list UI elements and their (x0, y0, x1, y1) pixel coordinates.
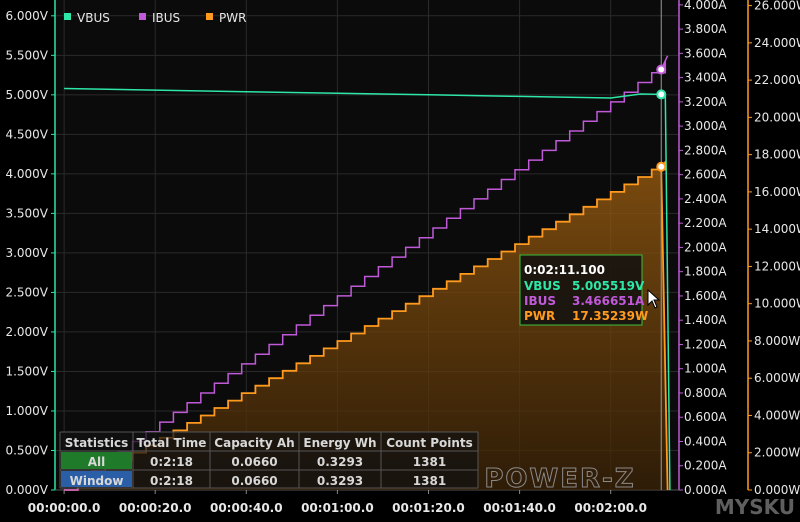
x-tick-label: 00:01:40.0 (483, 501, 556, 515)
voltage-tick-label: 1.000V (5, 404, 48, 418)
voltage-tick-label: 5.500V (5, 48, 48, 62)
power-z-watermark: POWER-Z (484, 464, 635, 494)
x-tick-label: 00:02:00.0 (574, 501, 647, 515)
power-z-chart: 0.000V 0.500V 1.000V 1.500V 2.000V 2.500V 3.00… (0, 0, 800, 522)
current-tick-label: 1.600A (684, 289, 727, 303)
power-tick-label: 10.000W (754, 297, 800, 311)
x-tick-label: 00:01:00.0 (301, 501, 374, 515)
cursor-vbus-value: 5.005519V (572, 279, 645, 293)
stats-header: Capacity Ah (214, 436, 294, 450)
power-tick-label: 12.000W (754, 259, 800, 273)
cursor-pwr-value: 17.35239W (572, 309, 648, 323)
current-tick-label: 3.800A (684, 22, 727, 36)
power-tick-label: 20.000W (754, 110, 800, 124)
current-tick-label: 0.400A (684, 434, 727, 448)
x-tick-label: 00:01:20.0 (392, 501, 465, 515)
power-tick-label: 22.000W (754, 73, 800, 87)
stats-header: Energy Wh (303, 436, 376, 450)
voltage-tick-label: 3.500V (5, 206, 48, 220)
cursor-ibus-label: IBUS (524, 294, 556, 308)
legend-swatch (64, 13, 71, 20)
stats-cell: 0.3293 (317, 455, 363, 469)
x-tick-label: 00:00:40.0 (210, 501, 283, 515)
voltage-tick-label: 0.000V (5, 483, 48, 497)
power-tick-label: 8.000W (754, 334, 800, 348)
power-tick-label: 2.000W (754, 446, 800, 460)
stats-header: Count Points (386, 436, 473, 450)
current-tick-label: 1.400A (684, 313, 727, 327)
power-tick-label: 14.000W (754, 222, 800, 236)
ibus-cursor-point (656, 64, 667, 75)
vbus-cursor-point (656, 89, 667, 100)
x-tick-label: 00:00:20.0 (119, 501, 192, 515)
power-tick-label: 24.000W (754, 36, 800, 50)
mysku-watermark: MYSKU (715, 495, 795, 519)
stats-cell: 0.0660 (231, 455, 277, 469)
cursor-vbus-label: VBUS (524, 279, 561, 293)
voltage-tick-label: 4.500V (5, 127, 48, 141)
stats-row-label: All (88, 455, 106, 469)
x-tick-label: 00:00:00.0 (28, 501, 101, 515)
stats-cell: 0.3293 (317, 474, 363, 488)
current-tick-label: 3.400A (684, 71, 727, 85)
power-tick-label: 18.000W (754, 148, 800, 162)
legend-swatch (139, 13, 146, 20)
voltage-tick-label: 3.000V (5, 246, 48, 260)
voltage-tick-label: 2.500V (5, 285, 48, 299)
voltage-tick-label: 6.000V (5, 9, 48, 23)
stats-cell: 1381 (413, 474, 446, 488)
current-tick-label: 2.400A (684, 192, 727, 206)
power-tick-label: 4.000W (754, 408, 800, 422)
current-tick-label: 0.200A (684, 459, 727, 473)
power-tick-label: 6.000W (754, 371, 800, 385)
current-tick-label: 4.000A (684, 0, 727, 12)
legend-swatch (206, 13, 213, 20)
stats-cell: 1381 (413, 455, 446, 469)
stats-cell: 0.0660 (231, 474, 277, 488)
current-tick-label: 0.600A (684, 410, 727, 424)
legend: VBUS IBUS PWR (64, 11, 246, 25)
voltage-tick-label: 4.000V (5, 167, 48, 181)
pwr-cursor-point (656, 161, 667, 172)
current-tick-label: 0.800A (684, 386, 727, 400)
legend-label: IBUS (152, 11, 180, 25)
voltage-tick-label: 2.000V (5, 325, 48, 339)
current-tick-label: 3.200A (684, 95, 727, 109)
cursor-pwr-label: PWR (524, 309, 555, 323)
current-tick-label: 1.000A (684, 362, 727, 376)
current-tick-label: 2.600A (684, 168, 727, 182)
legend-label: VBUS (77, 11, 110, 25)
current-tick-label: 2.800A (684, 143, 727, 157)
current-tick-label: 3.000A (684, 119, 727, 133)
voltage-tick-label: 1.500V (5, 364, 48, 378)
stats-header: Total Time (137, 436, 207, 450)
current-tick-label: 2.200A (684, 216, 727, 230)
power-tick-label: 16.000W (754, 185, 800, 199)
current-tick-label: 3.600A (684, 46, 727, 60)
voltage-tick-label: 5.000V (5, 88, 48, 102)
cursor-ibus-value: 3.466651A (572, 294, 645, 308)
stats-cell: 0:2:18 (150, 474, 193, 488)
stats-cell: 0:2:18 (150, 455, 193, 469)
current-tick-label: 1.200A (684, 337, 727, 351)
current-tick-label: 2.000A (684, 240, 727, 254)
legend-label: PWR (219, 11, 246, 25)
voltage-tick-label: 0.500V (5, 443, 48, 457)
power-tick-label: 26.000W (754, 0, 800, 13)
stats-header: Statistics (65, 436, 129, 450)
stats-row-label: Window (70, 474, 124, 488)
current-tick-label: 1.800A (684, 265, 727, 279)
statistics-table: Statistics Total Time Capacity Ah Energy Wh… (59, 431, 479, 489)
cursor-time: 0:02:11.100 (524, 263, 605, 277)
